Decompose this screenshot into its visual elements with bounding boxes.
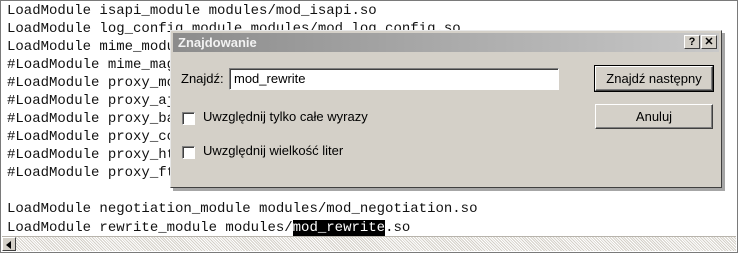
editor-line: LoadModule isapi_module modules/mod_isap… (7, 3, 377, 19)
match-case-label: Uwzględnij wielkość liter (203, 143, 344, 158)
line-text: .so (385, 220, 411, 236)
match-case-checkbox[interactable] (182, 146, 195, 159)
line-text: LoadModule rewrite_module modules/ (7, 220, 293, 236)
dialog-titlebar[interactable]: Znajdowanie ? ✕ (173, 33, 719, 52)
close-button[interactable]: ✕ (701, 35, 717, 49)
scroll-left-button[interactable] (2, 237, 16, 251)
search-match-highlight: mod_rewrite (292, 220, 386, 236)
find-dialog: Znajdowanie ? ✕ Znajdź: mod_rewrite Znaj… (170, 30, 722, 188)
whole-words-checkbox[interactable] (182, 112, 195, 125)
whole-words-label: Uwzględnij tylko całe wyrazy (203, 109, 368, 124)
find-label: Znajdź: (181, 71, 224, 86)
dialog-title: Znajdowanie (178, 35, 257, 50)
horizontal-scrollbar[interactable] (2, 236, 736, 251)
find-next-button[interactable]: Znajdź następny (594, 65, 714, 92)
find-input[interactable]: mod_rewrite (229, 68, 559, 90)
editor-line: LoadModule negotiation_module modules/mo… (7, 201, 478, 217)
cancel-button[interactable]: Anuluj (595, 104, 713, 129)
editor-line: LoadModule rewrite_module modules/mod_re… (7, 220, 410, 237)
help-button[interactable]: ? (684, 35, 700, 49)
arrow-left-icon (6, 241, 11, 249)
